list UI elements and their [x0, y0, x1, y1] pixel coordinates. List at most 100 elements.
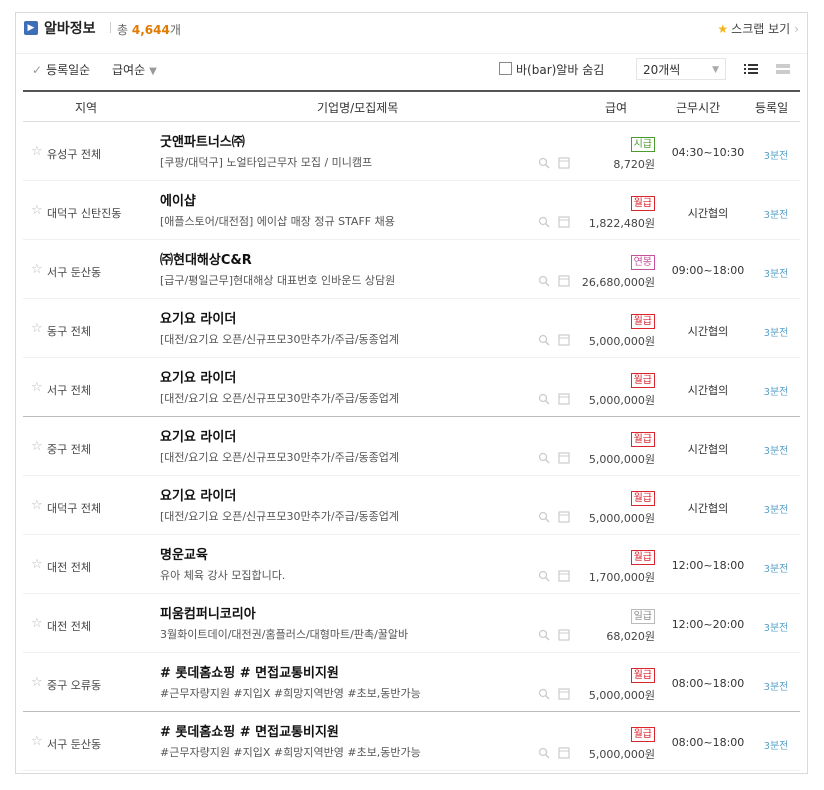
row-company[interactable]: 피움컴퍼니코리아 [160, 603, 256, 622]
table-row[interactable]: ☆ 서구 둔산동 # 롯데홈쇼핑 # 면접교통비지원 #근무자량지원 #지입X #희망… [23, 712, 800, 771]
row-region: 서구 둔산동 [47, 738, 102, 751]
table-row[interactable]: ☆ 중구 전체 요기요 라이더 [대전/요기요 오픈/신규프모30만추가/주급/동종업… [23, 417, 800, 476]
row-title[interactable]: #근무자량지원 #지입X #희망지역반영 #초보,동반가능 [160, 744, 421, 760]
table-row[interactable]: ☆ 중구 오류동 # 롯데홈쇼핑 # 면접교통비지원 #근무자량지원 #지입X #희망… [23, 653, 800, 712]
row-region: 유성구 전체 [47, 148, 102, 161]
work-hours: 시간협의 [687, 207, 729, 220]
document-icon[interactable] [558, 747, 570, 759]
work-hours: 시간협의 [687, 384, 729, 397]
document-icon[interactable] [558, 275, 570, 287]
row-title[interactable]: 3월화이트데이/대전권/홈플러스/대형마트/판촉/꿀알바 [160, 626, 408, 642]
row-company[interactable]: # 롯데홈쇼핑 # 면접교통비지원 [160, 662, 339, 681]
list-view-icon[interactable] [740, 59, 762, 79]
row-title[interactable]: [대전/요기요 오픈/신규프모30만추가/주급/동종업계 [160, 508, 399, 524]
row-region: 동구 전체 [47, 325, 91, 338]
document-icon[interactable] [558, 216, 570, 228]
search-map-icon[interactable] [538, 393, 550, 405]
scrap-view-label: 스크랩 보기 [731, 22, 791, 36]
pay-type-badge: 월급 [630, 196, 655, 211]
table-row[interactable]: ☆ 서구 둔산동 ㈜현대해상C&R [급구/평일근무]현대해상 대표번호 인바운드 상… [23, 240, 800, 299]
search-map-icon[interactable] [538, 570, 550, 582]
document-icon[interactable] [558, 629, 570, 641]
row-title[interactable]: [대전/요기요 오픈/신규프모30만추가/주급/동종업계 [160, 449, 399, 465]
table-row[interactable]: ☆ 서구 전체 요기요 라이더 [대전/요기요 오픈/신규프모30만추가/주급/동종업… [23, 358, 800, 417]
row-company[interactable]: 요기요 라이더 [160, 485, 236, 504]
pay-amount: 68,020원 [606, 630, 655, 643]
hide-bar-jobs-checkbox[interactable]: 바(bar)알바 숨김 [499, 61, 604, 78]
posted-time: 3분전 [763, 564, 789, 575]
search-map-icon[interactable] [538, 688, 550, 700]
row-title[interactable]: 유아 체육 강사 모집합니다. [160, 567, 285, 583]
checkbox-box[interactable] [499, 62, 512, 75]
pay-type-badge: 월급 [630, 668, 655, 683]
row-title[interactable]: [급구/평일근무]현대해상 대표번호 인바운드 상담원 [160, 272, 395, 288]
row-title[interactable]: [쿠팡/대덕구] 노얼타입근무자 모집 / 미니캠프 [160, 154, 372, 170]
pay-amount: 1,700,000원 [588, 571, 655, 584]
table-row[interactable]: ☆ 유성구 전체 굿앤파트너스㈜ [쿠팡/대덕구] 노얼타입근무자 모집 / 미니캠프… [23, 122, 800, 181]
row-company[interactable]: 요기요 라이더 [160, 367, 236, 386]
sort-by-date-button[interactable]: ✓ 등록일순 [32, 61, 90, 78]
row-company[interactable]: 명운교육 [160, 544, 208, 563]
row-title[interactable]: #근무자량지원 #지입X #희망지역반영 #초보,동반가능 [160, 685, 421, 701]
row-company[interactable]: # 롯데홈쇼핑 # 면접교통비지원 [160, 721, 339, 740]
table-row[interactable]: ☆ 대덕구 전체 요기요 라이더 [대전/요기요 오픈/신규프모30만추가/주급/동종… [23, 476, 800, 535]
document-icon[interactable] [558, 452, 570, 464]
posted-time: 3분전 [763, 328, 789, 339]
table-row[interactable]: ☆ 동구 전체 요기요 라이더 [대전/요기요 오픈/신규프모30만추가/주급/동종업… [23, 299, 800, 358]
row-company[interactable]: 굿앤파트너스㈜ [160, 131, 245, 150]
document-icon[interactable] [558, 157, 570, 169]
star-outline-icon[interactable]: ☆ [31, 380, 43, 395]
table-row[interactable]: ☆ 대전 전체 명운교육 유아 체육 강사 모집합니다. 월급 1,700,000원 12:… [23, 535, 800, 594]
row-company[interactable]: ㈜현대해상C&R [160, 249, 252, 268]
search-map-icon[interactable] [538, 157, 550, 169]
work-hours: 시간협의 [687, 443, 729, 456]
star-outline-icon[interactable]: ☆ [31, 203, 43, 218]
star-outline-icon[interactable]: ☆ [31, 144, 43, 159]
document-icon[interactable] [558, 688, 570, 700]
list-header: ▶ 알바정보 총 4,644개 ★ 스크랩 보기 › [16, 13, 807, 45]
search-map-icon[interactable] [538, 334, 550, 346]
search-map-icon[interactable] [538, 629, 550, 641]
star-outline-icon[interactable]: ☆ [31, 498, 43, 513]
search-map-icon[interactable] [538, 747, 550, 759]
star-outline-icon[interactable]: ☆ [31, 675, 43, 690]
row-title[interactable]: [대전/요기요 오픈/신규프모30만추가/주급/동종업계 [160, 390, 399, 406]
document-icon[interactable] [558, 570, 570, 582]
work-hours: 08:00~18:00 [671, 677, 745, 690]
star-outline-icon[interactable]: ☆ [31, 616, 43, 631]
document-icon[interactable] [558, 334, 570, 346]
work-hours: 04:30~10:30 [671, 146, 745, 159]
document-icon[interactable] [558, 393, 570, 405]
posted-time: 3분전 [763, 446, 789, 457]
star-outline-icon[interactable]: ☆ [31, 734, 43, 749]
star-outline-icon[interactable]: ☆ [31, 262, 43, 277]
sort-by-pay-label: 급여순 [112, 63, 146, 77]
search-map-icon[interactable] [538, 511, 550, 523]
card-view-icon[interactable] [772, 59, 794, 79]
row-region: 대전 전체 [47, 561, 91, 574]
sort-by-pay-button[interactable]: 급여순 ▼ [112, 61, 157, 78]
search-map-icon[interactable] [538, 452, 550, 464]
document-icon[interactable] [558, 511, 570, 523]
row-company[interactable]: 요기요 라이더 [160, 308, 236, 327]
row-company[interactable]: 요기요 라이더 [160, 426, 236, 445]
scrap-view-link[interactable]: ★ 스크랩 보기 › [717, 20, 799, 37]
search-map-icon[interactable] [538, 275, 550, 287]
table-row[interactable]: ☆ 대덕구 신탄진동 에이샵 [애플스토어/대전점] 에이샵 매장 정규 STAFF … [23, 181, 800, 240]
table-row[interactable]: ☆ 대전 전체 피움컴퍼니코리아 3월화이트데이/대전권/홈플러스/대형마트/판촉/꿀… [23, 594, 800, 653]
pay-amount: 5,000,000원 [588, 453, 655, 466]
per-page-select[interactable]: 20개씩 ▼ [636, 58, 726, 80]
star-outline-icon[interactable]: ☆ [31, 439, 43, 454]
row-title[interactable]: [애플스토어/대전점] 에이샵 매장 정규 STAFF 채용 [160, 213, 395, 229]
row-company[interactable]: 에이샵 [160, 190, 196, 209]
sort-by-date-label: 등록일순 [46, 63, 91, 77]
row-region: 대덕구 전체 [47, 502, 102, 515]
hide-bar-jobs-label: 바(bar)알바 숨김 [516, 63, 605, 77]
row-title[interactable]: [대전/요기요 오픈/신규프모30만추가/주급/동종업계 [160, 331, 399, 347]
search-map-icon[interactable] [538, 216, 550, 228]
work-hours: 시간협의 [687, 502, 729, 515]
star-outline-icon[interactable]: ☆ [31, 321, 43, 336]
table-header: 지역 기업명/모집제목 급여 근무시간 등록일 [23, 90, 800, 122]
total-count: 총 4,644개 [117, 21, 181, 38]
star-outline-icon[interactable]: ☆ [31, 557, 43, 572]
